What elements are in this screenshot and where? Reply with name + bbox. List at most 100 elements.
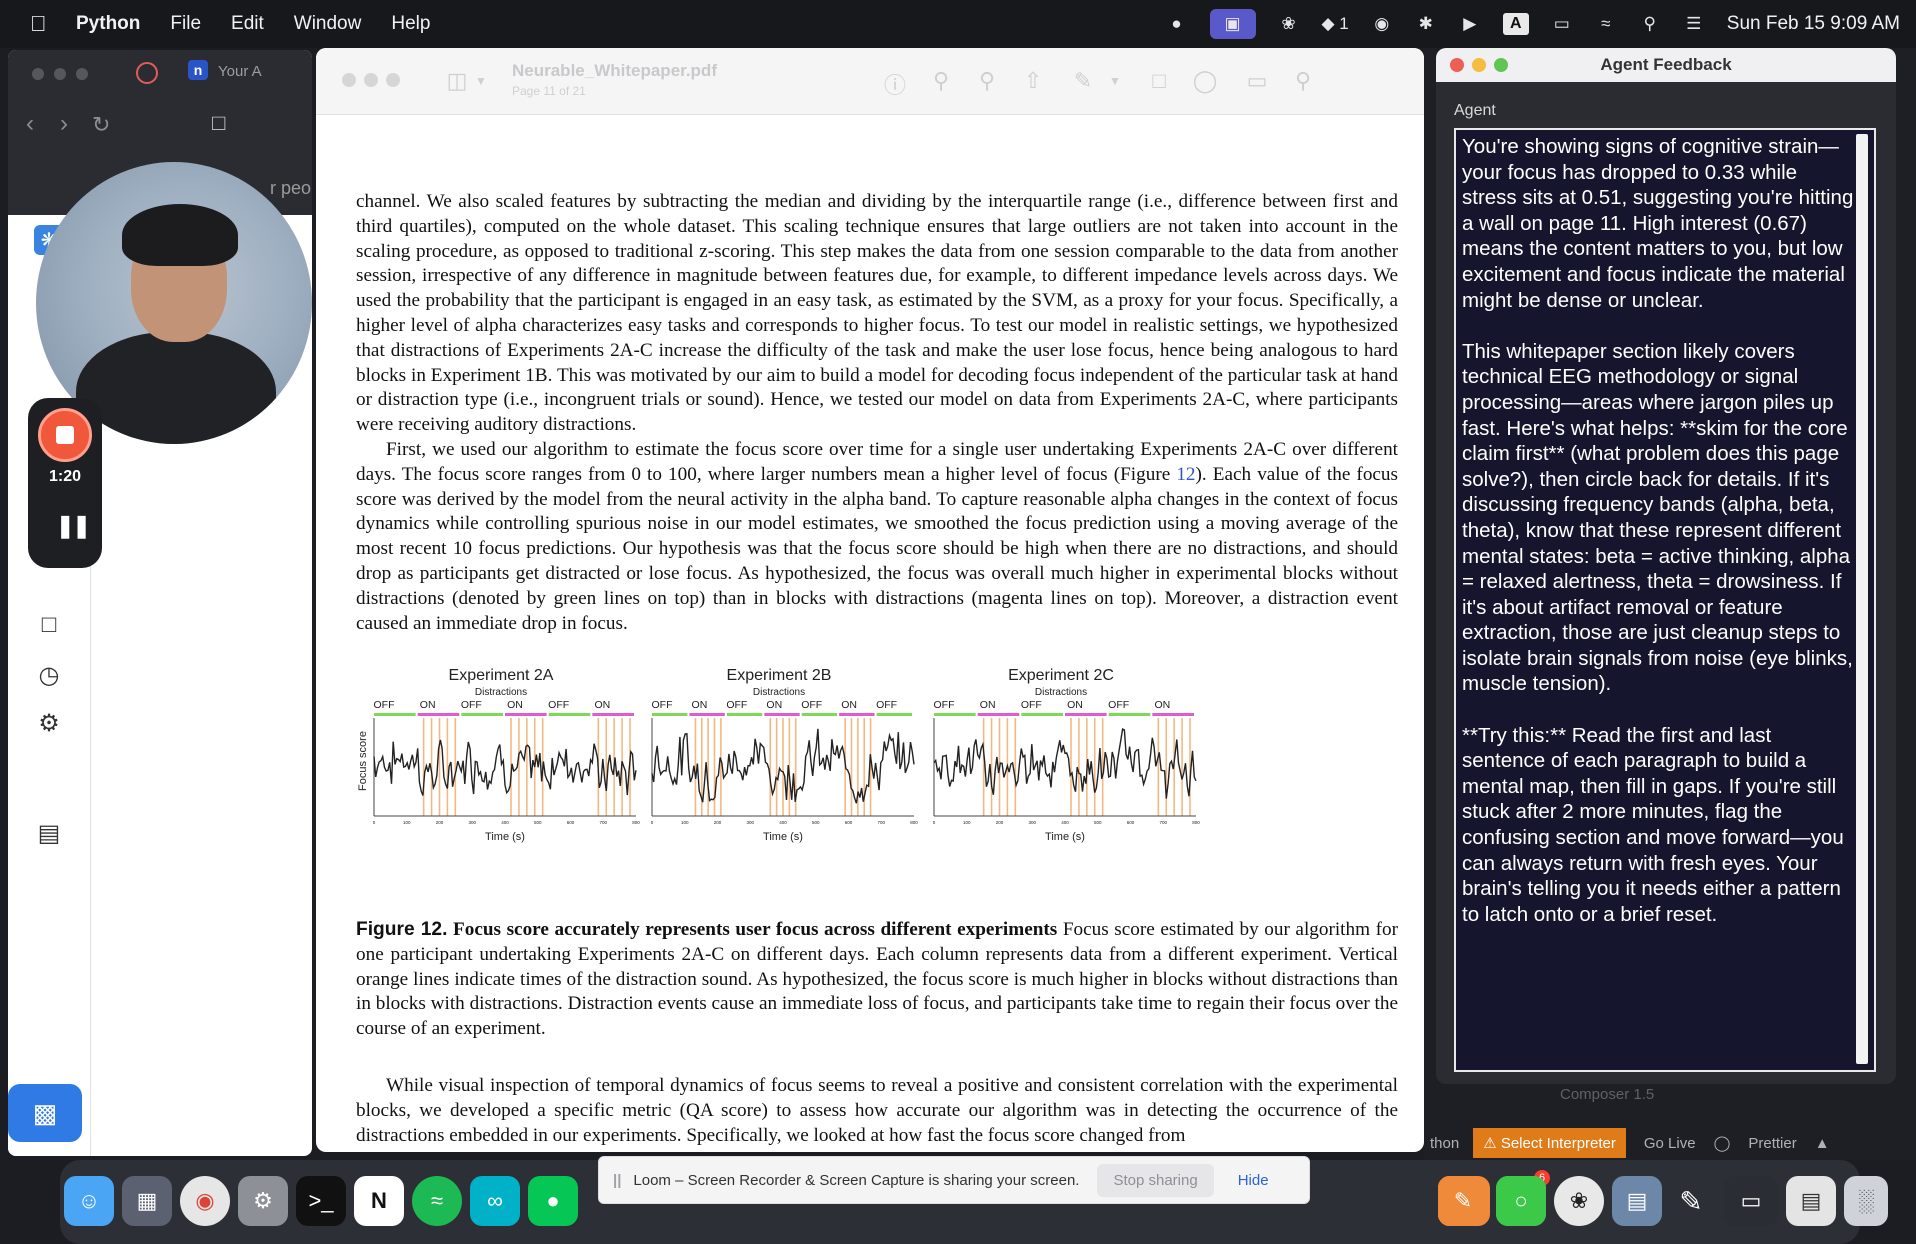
forward-arrow-icon[interactable]: › (60, 110, 68, 138)
markup-chevron-icon[interactable]: ▼ (1102, 74, 1128, 100)
distractions-label-2: Distractions (753, 687, 805, 698)
pdf-minimize-button[interactable] (364, 73, 378, 87)
chrome-icon[interactable]: ◉ (180, 1176, 230, 1226)
browser-tab-label[interactable]: Your A (218, 63, 262, 80)
notes-list-icon[interactable]: ▤ (34, 818, 64, 848)
apple-menu-icon[interactable]:  (30, 11, 50, 37)
window-zoom-button[interactable] (76, 68, 88, 80)
imessage-icon[interactable]: ○ (1496, 1176, 1546, 1226)
pdf-search-icon[interactable]: ⚲ (1290, 68, 1316, 94)
drag-handle-icon[interactable]: || (613, 1172, 621, 1189)
stop-recording-button[interactable] (38, 408, 92, 462)
agent-scrollbar[interactable] (1856, 134, 1868, 1064)
agent-feedback-textbox[interactable]: You're showing signs of cognitive strain… (1454, 128, 1876, 1072)
record-icon[interactable] (136, 62, 158, 84)
window-close-button[interactable] (32, 68, 44, 80)
grammarly-icon[interactable]: ◉ (1371, 13, 1393, 35)
camera-icon[interactable]: ▩ (8, 1084, 82, 1142)
block-label-3-4: ON (1067, 699, 1083, 711)
rotate-icon[interactable]: □ (1146, 68, 1172, 94)
spotify-icon[interactable]: ≈ (412, 1176, 462, 1226)
battery-icon[interactable]: ▭ (1551, 13, 1573, 35)
notifications-bell-icon[interactable]: ▲ (1815, 1135, 1830, 1152)
block-bar-1-4 (505, 713, 547, 716)
input-source-icon[interactable]: A (1502, 13, 1529, 35)
menubar-clock[interactable]: Sun Feb 15 9:09 AM (1727, 13, 1900, 35)
menu-edit[interactable]: Edit (231, 13, 264, 35)
agent-window-title: Agent Feedback (1600, 55, 1732, 74)
figure-12-link[interactable]: 12 (1176, 464, 1195, 485)
menu-file[interactable]: File (170, 13, 201, 35)
x-tick-2-2: 100 (681, 820, 689, 825)
settings-gear-icon[interactable]: ⚙ (34, 708, 64, 738)
block-bar-1-6 (592, 713, 634, 716)
menu-help[interactable]: Help (391, 13, 430, 35)
sidebar-bookmark-icon[interactable]: □ (34, 610, 64, 640)
pdf-window: ◫ ▼ Neurable_Whitepaper.pdf Page 11 of 2… (316, 48, 1424, 1152)
go-live-button[interactable]: Go Live (1644, 1135, 1696, 1152)
pdf-close-button[interactable] (342, 73, 356, 87)
pause-icon[interactable]: ❚❚ (56, 513, 91, 539)
control-center-icon[interactable]: ☰ (1683, 13, 1705, 35)
agent-titlebar: Agent Feedback (1436, 48, 1896, 82)
window-thumbnail-2[interactable]: ▤ (1786, 1176, 1836, 1226)
line-app-icon[interactable]: ● (528, 1176, 578, 1226)
xcode-instruments-icon[interactable]: ✎ (1666, 1176, 1716, 1226)
design-icon[interactable]: ✎ (1438, 1176, 1488, 1226)
search-icon[interactable]: ⚲ (1639, 13, 1661, 35)
block-label-2-1: OFF (652, 699, 673, 711)
pdf-zoom-button[interactable] (386, 73, 400, 87)
preview-icon[interactable]: ▤ (1612, 1176, 1662, 1226)
zoom-out-icon[interactable]: ⚲ (928, 68, 954, 94)
form-icon[interactable]: ▭ (1244, 68, 1270, 94)
x-axis-label-3: Time (s) (1045, 831, 1085, 843)
notion-icon[interactable]: N (354, 1176, 404, 1226)
chatgpt-icon[interactable]: ❀ (1554, 1176, 1604, 1226)
trash-icon[interactable]: ░ (1844, 1176, 1888, 1226)
history-clock-icon[interactable]: ◷ (34, 660, 64, 690)
markup-pen-icon[interactable]: ✎ (1070, 68, 1096, 94)
x-tick-3-2: 100 (963, 820, 971, 825)
highlight-icon[interactable]: ◯ (1192, 68, 1218, 94)
block-bar-3-4 (1065, 713, 1107, 716)
window-minimize-button[interactable] (54, 68, 66, 80)
launchpad-icon[interactable]: ▦ (122, 1176, 172, 1226)
copilot-icon[interactable]: ◯ (1714, 1134, 1731, 1152)
menu-window[interactable]: Window (294, 13, 362, 35)
reload-icon[interactable]: ↻ (92, 112, 110, 138)
figure-caption: Figure 12. Focus score accurately repres… (356, 918, 1398, 1042)
webcam-hair (122, 204, 238, 266)
composer-label[interactable]: Composer 1.5 (1560, 1086, 1654, 1103)
sidebar-toggle-icon[interactable]: ◫ (444, 68, 470, 94)
select-interpreter-button[interactable]: ⚠ Select Interpreter (1473, 1128, 1626, 1158)
openai-icon[interactable]: ❀ (1278, 13, 1300, 35)
prettier-button[interactable]: Prettier (1748, 1135, 1796, 1152)
zoom-in-icon[interactable]: ⚲ (974, 68, 1000, 94)
wifi-icon[interactable]: ≈ (1595, 13, 1617, 35)
chevron-down-icon[interactable]: ▼ (468, 74, 494, 100)
bookmark-icon[interactable]: □ (212, 110, 225, 136)
status-menu-area: ● ▣ ❀ ◆ 1 ◉ ✱ ▶ A ▭ ≈ ⚲ ☰ Sun Feb 15 9:0… (1166, 0, 1900, 48)
info-icon[interactable]: ⓘ (882, 68, 908, 98)
bluetooth-icon[interactable]: ✱ (1415, 13, 1437, 35)
terminal-icon[interactable]: >_ (296, 1176, 346, 1226)
stop-sharing-button[interactable]: Stop sharing (1097, 1163, 1214, 1197)
window-thumbnail-1[interactable]: ▭ (1724, 1176, 1778, 1226)
share-icon[interactable]: ⇧ (1020, 68, 1046, 94)
x-tick-2-6: 500 (812, 820, 820, 825)
system-settings-icon[interactable]: ⚙ (238, 1176, 288, 1226)
hide-button[interactable]: Hide (1238, 1172, 1269, 1189)
arduino-icon[interactable]: ∞ (470, 1176, 520, 1226)
finder-icon[interactable]: ☺ (64, 1176, 114, 1226)
screen-share-icon[interactable]: ▣ (1209, 9, 1256, 39)
menu-app-name[interactable]: Python (76, 13, 140, 35)
play-icon[interactable]: ▶ (1459, 13, 1481, 35)
x-tick-1-5: 400 (501, 820, 509, 825)
back-arrow-icon[interactable]: ‹ (26, 110, 34, 138)
block-bar-2-1 (652, 713, 688, 716)
dropbox-icon[interactable]: ◆ 1 (1322, 13, 1349, 35)
x-tick-2-1: 0 (651, 820, 654, 825)
status-python-label: thon (1430, 1134, 1460, 1152)
block-bar-2-4 (764, 713, 800, 716)
microphone-icon[interactable]: ● (1166, 13, 1188, 35)
